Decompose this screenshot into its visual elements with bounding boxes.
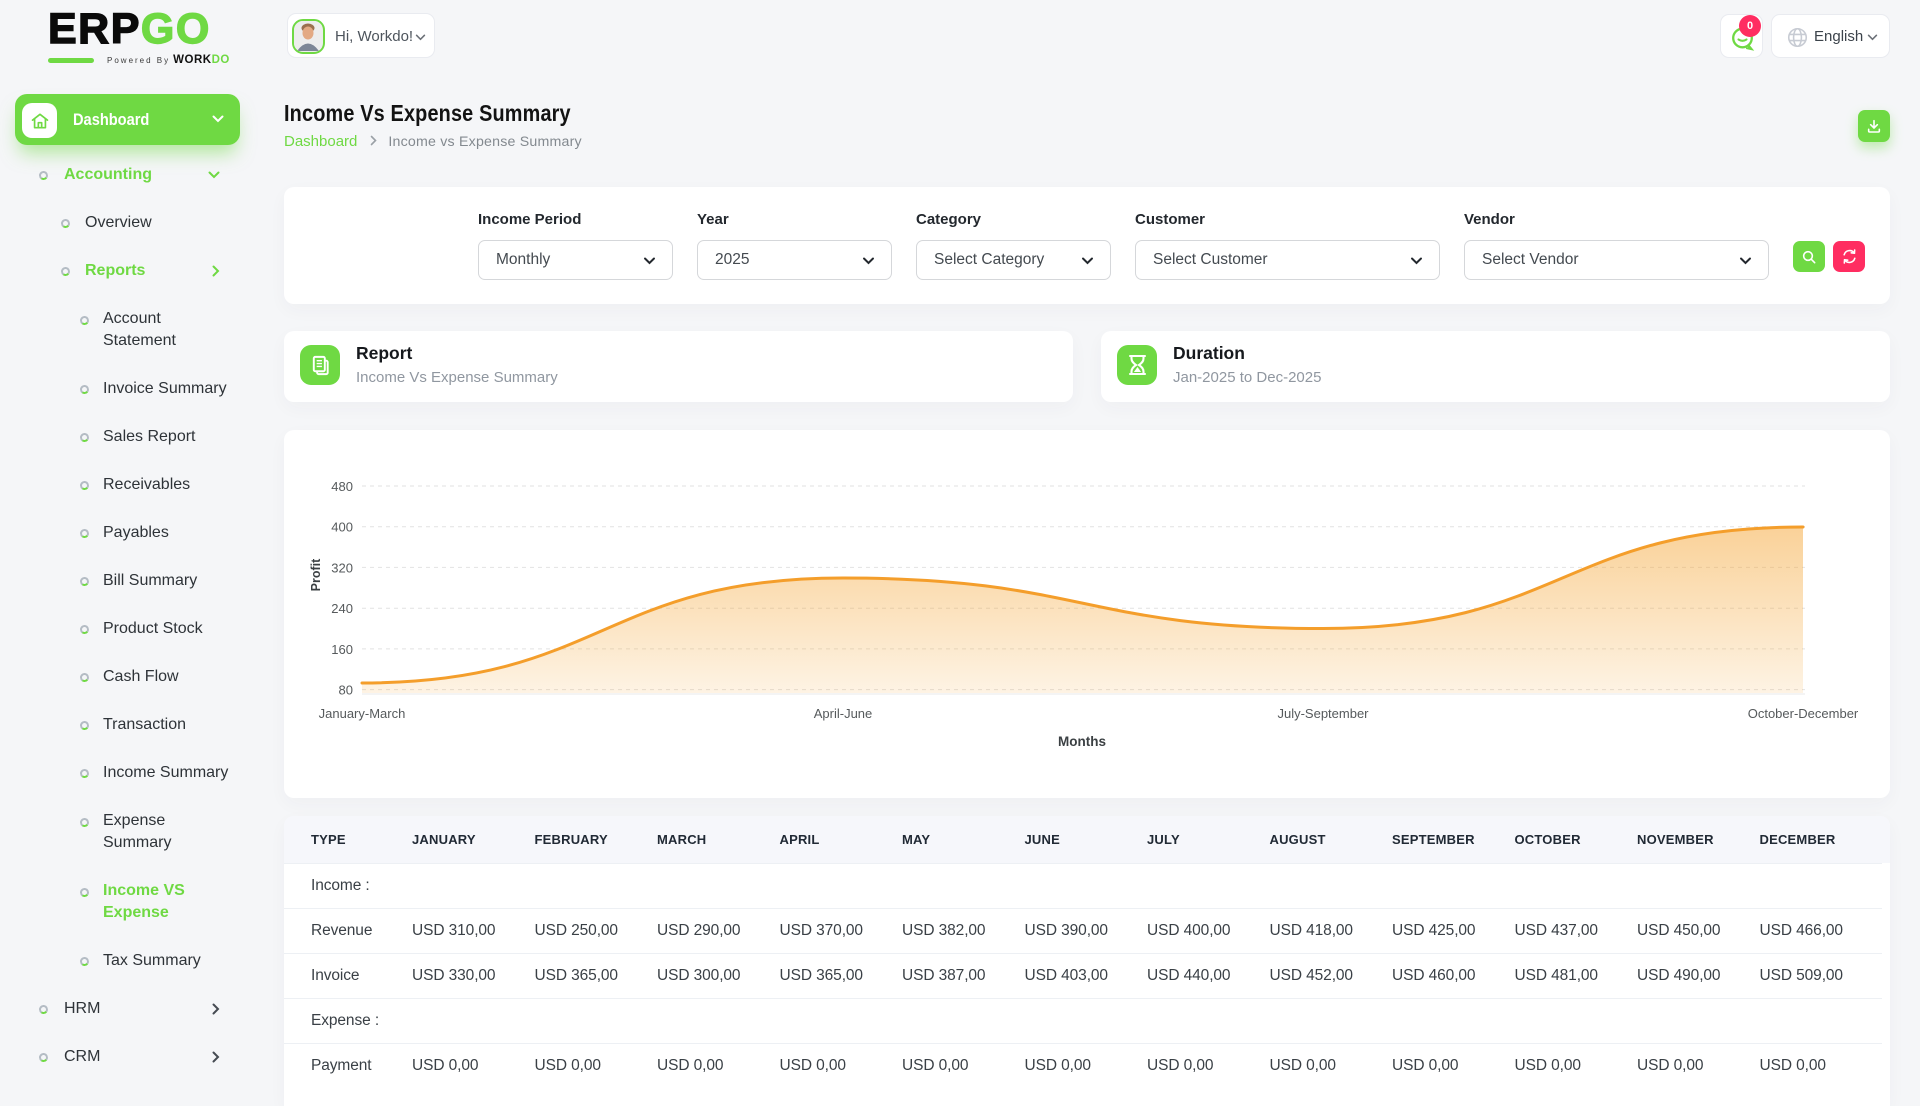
svg-text:160: 160 [331,642,353,657]
svg-text:October-December: October-December [1748,706,1859,721]
svg-text:April-June: April-June [814,706,873,721]
svg-text:80: 80 [339,683,353,698]
svg-text:July-September: July-September [1277,706,1369,721]
svg-text:240: 240 [331,601,353,616]
svg-text:320: 320 [331,560,353,575]
svg-text:400: 400 [331,520,353,535]
svg-text:480: 480 [331,479,353,494]
svg-text:Months: Months [1058,734,1106,749]
svg-text:January-March: January-March [319,706,406,721]
svg-text:Profit: Profit [309,558,323,591]
